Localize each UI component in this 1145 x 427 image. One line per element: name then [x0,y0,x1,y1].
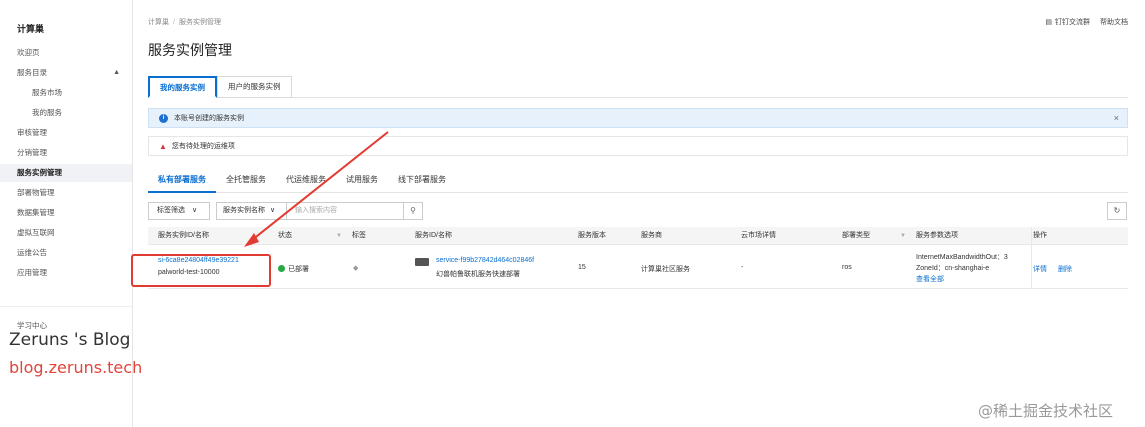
table-row: si-6ca8e24804ff49e39221 palworld-test-10… [148,245,1128,289]
ops-warning-banner[interactable]: ▲ 您有待处理的运维项 [148,136,1128,156]
sidebar-item-review[interactable]: 审核管理 [0,124,132,142]
tab-private-deploy[interactable]: 私有部署服务 [148,170,216,193]
view-all-params-link[interactable]: 查看全部 [916,274,944,284]
deploy-type: ros [842,264,852,271]
annotation-highlight-box [131,254,271,287]
tag-filter-select[interactable]: 标签筛选 ∨ [148,202,210,220]
table-header: 服务实例ID/名称 状态 ▼ 标签 服务ID/名称 服务版本 服务商 云市场详情… [148,227,1128,245]
search-icon: ⚲ [410,206,416,215]
info-banner: i 本账号创建的服务实例 × [148,108,1128,128]
sidebar-item-welcome[interactable]: 欢迎页 [0,44,132,62]
param-bandwidth: InternetMaxBandwidthOut：3 [916,254,1008,261]
col-service: 服务ID/名称 [415,232,452,239]
param-zone: ZoneId：cn-shanghai-e [916,265,990,272]
service-name: 幻兽帕鲁联机服务快速部署 [436,271,520,278]
blog-watermark-url: blog.zeruns.tech [9,358,143,377]
chat-icon: ▤ [1045,19,1052,26]
breadcrumb-item-root[interactable]: 计算巢 [148,19,169,26]
status-ok-icon [278,265,285,272]
col-instance: 服务实例ID/名称 [158,232,209,239]
sidebar-item-service-market[interactable]: 服务市场 [0,84,132,102]
col-actions: 操作 [1033,232,1047,239]
tab-fully-managed[interactable]: 全托管服务 [216,170,276,193]
sidebar-item-service-catalog[interactable]: 服务目录 ▲ [0,64,132,82]
sidebar-divider [0,306,132,307]
status-text: 已部署 [288,266,309,273]
chevron-down-icon: ∨ [191,207,198,214]
detail-link[interactable]: 详情 [1033,264,1047,274]
provider: 计算巢社区服务 [641,266,690,273]
ding-group-link[interactable]: ▤ 钉钉交流群 [1045,17,1090,27]
col-provider: 服务商 [641,232,662,239]
page-title: 服务实例管理 [148,42,232,58]
market-detail: - [741,264,744,271]
tabs-divider [148,97,1128,98]
info-banner-text: 本账号创建的服务实例 [174,115,244,122]
tag-filter-label: 标签筛选 [157,207,185,214]
bell-icon: ▲ [159,141,167,151]
col-market: 云市场详情 [741,232,776,239]
refresh-button[interactable]: ↻ [1107,202,1127,220]
instance-tabs: 我的服务实例 用户的服务实例 [148,76,292,98]
filter-icon[interactable]: ▼ [900,227,906,245]
breadcrumb: 计算巢 / 服务实例管理 [148,19,221,26]
blog-watermark-name: Zeruns 's Blog [9,330,131,350]
delete-link[interactable]: 删除 [1058,264,1072,274]
chevron-down-icon: ∨ [269,207,276,214]
chevron-up-icon: ▲ [113,69,120,76]
refresh-icon: ↻ [1113,206,1121,215]
search-button[interactable]: ⚲ [403,202,423,220]
col-deploy-type: 部署类型 [842,232,870,239]
breadcrumb-item-current: 服务实例管理 [178,19,221,26]
sidebar-item-datasets[interactable]: 数据集管理 [0,204,132,222]
juejin-watermark: @稀土掘金技术社区 [978,402,1114,420]
tab-managed-ops[interactable]: 代运维服务 [276,170,336,193]
sidebar-item-my-services[interactable]: 我的服务 [0,104,132,122]
ding-group-label: 钉钉交流群 [1055,19,1090,26]
field-select-label: 服务实例名称 [223,207,265,214]
tab-trial[interactable]: 试用服务 [336,170,388,193]
col-status: 状态 [278,232,292,239]
service-version: 15 [578,264,586,271]
service-id-link[interactable]: service-f99b27842d464c02846f [436,257,534,264]
tab-offline-deploy[interactable]: 线下部署服务 [388,170,456,193]
sidebar-item-ops-notice[interactable]: 运维公告 [0,244,132,262]
sidebar-item-instances[interactable]: 服务实例管理 [0,164,132,182]
info-icon: i [159,113,168,123]
sidebar-item-deployables[interactable]: 部署物管理 [0,184,132,202]
filter-icon[interactable]: ▼ [336,227,342,245]
top-links: ▤ 钉钉交流群 帮助文档 [1045,17,1128,27]
sidebar-item-vnet[interactable]: 虚拟互联网 [0,224,132,242]
sidebar-title: 计算巢 [17,24,45,34]
col-params: 服务参数选项 [916,232,958,239]
help-docs-link[interactable]: 帮助文档 [1100,17,1128,27]
deploy-type-tabs: 私有部署服务 全托管服务 代运维服务 试用服务 线下部署服务 [148,170,456,193]
search-input[interactable]: 输入搜索内容 [287,202,404,220]
tab-user-instances[interactable]: 用户的服务实例 [217,76,292,98]
field-select[interactable]: 服务实例名称 ∨ [216,202,287,220]
tab-my-instances[interactable]: 我的服务实例 [148,76,217,98]
ops-warning-text: 您有待处理的运维项 [171,143,235,150]
sidebar-item-app-mgmt[interactable]: 应用管理 [0,264,132,282]
tag-icon[interactable]: ◆ [353,264,358,272]
sidebar-item-distribution[interactable]: 分销管理 [0,144,132,162]
col-version: 服务版本 [578,232,606,239]
sidebar-item-label: 服务目录 [17,68,47,77]
service-logo-icon [415,258,433,266]
col-tags: 标签 [352,232,366,239]
close-icon[interactable]: × [1114,113,1119,123]
status-badge: 已部署 [278,264,309,274]
